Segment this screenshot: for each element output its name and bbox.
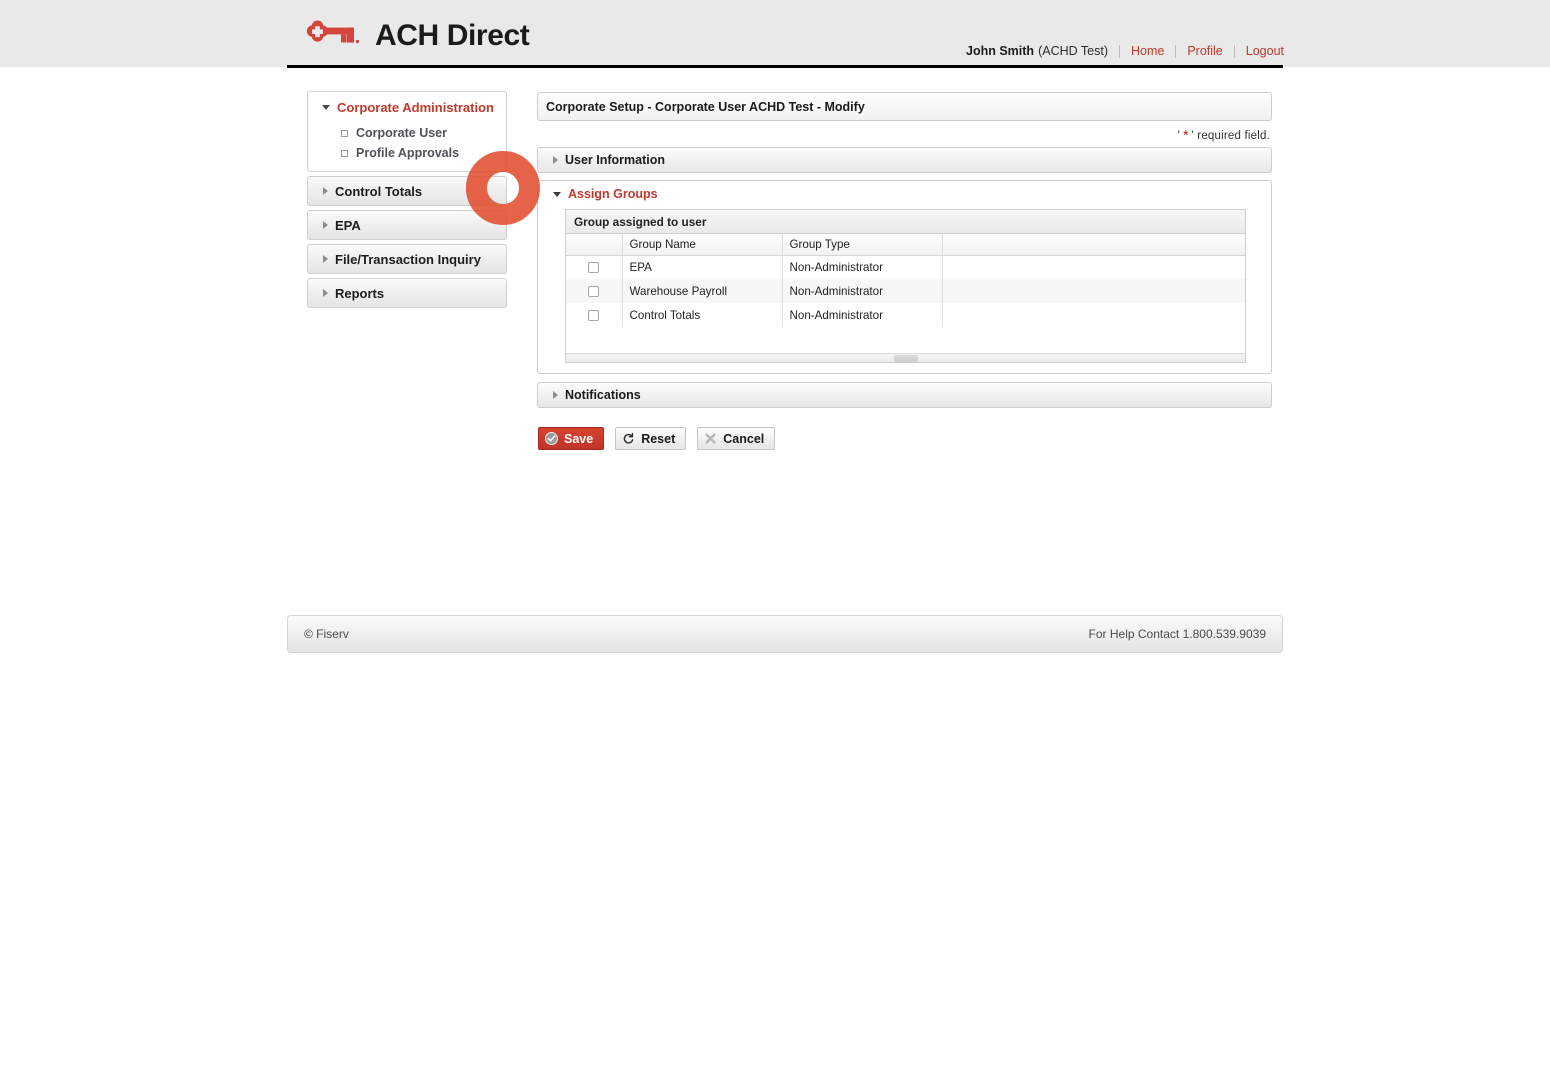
chevron-right-icon bbox=[323, 289, 328, 297]
header-divider bbox=[287, 65, 1283, 68]
sidebar-subitem-label: Corporate User bbox=[356, 126, 447, 140]
sidebar-item-label: File/Transaction Inquiry bbox=[335, 251, 481, 267]
footer-help-contact: For Help Contact 1.800.539.9039 bbox=[1088, 627, 1266, 641]
section-label: Assign Groups bbox=[568, 187, 658, 201]
grid-caption: Group assigned to user bbox=[566, 210, 1245, 234]
cancel-button[interactable]: Cancel bbox=[697, 427, 776, 450]
reset-button-label: Reset bbox=[641, 431, 676, 446]
brand-logo[interactable]: ACH Direct bbox=[299, 17, 530, 55]
sidebar-item-corporate-user[interactable]: Corporate User bbox=[308, 123, 506, 143]
sidebar-item-control-totals[interactable]: Control Totals bbox=[307, 176, 507, 206]
chevron-right-icon bbox=[553, 391, 558, 399]
section-user-information[interactable]: User Information bbox=[537, 147, 1272, 173]
section-label: User Information bbox=[565, 153, 666, 167]
column-header-select bbox=[566, 234, 623, 256]
chevron-right-icon bbox=[553, 156, 558, 164]
sidebar-item-file-transaction-inquiry[interactable]: File/Transaction Inquiry bbox=[307, 244, 507, 274]
required-note-suffix: ' required field. bbox=[1188, 130, 1270, 142]
small-square-icon bbox=[341, 129, 348, 137]
row-select-cell[interactable] bbox=[566, 279, 623, 303]
footer-copyright: © Fiserv bbox=[304, 627, 349, 641]
grid-caption-text: Group assigned to user bbox=[574, 214, 707, 229]
row-select-cell[interactable] bbox=[566, 303, 623, 327]
user-nav: John Smith (ACHD Test) Home Profile Logo… bbox=[966, 44, 1284, 58]
page-footer: © Fiserv For Help Contact 1.800.539.9039 bbox=[287, 615, 1283, 653]
cell-group-type: Non-Administrator bbox=[782, 279, 943, 303]
cell-spacer bbox=[942, 303, 1245, 327]
chevron-down-icon bbox=[322, 105, 330, 110]
reset-button[interactable]: Reset bbox=[615, 427, 687, 450]
row-checkbox[interactable] bbox=[588, 262, 600, 274]
key-icon bbox=[306, 20, 360, 44]
save-button-label: Save bbox=[564, 431, 594, 446]
column-header-spacer bbox=[942, 234, 1245, 256]
page-title: Corporate Setup - Corporate User ACHD Te… bbox=[537, 92, 1272, 121]
check-circle-icon bbox=[545, 432, 558, 445]
column-header-group-type: Group Type bbox=[782, 234, 943, 256]
sidebar-item-profile-approvals[interactable]: Profile Approvals bbox=[308, 143, 506, 163]
grid-empty-space bbox=[566, 327, 1245, 353]
section-notifications[interactable]: Notifications bbox=[537, 382, 1272, 408]
brand-name: ACH Direct bbox=[375, 19, 530, 52]
cancel-button-label: Cancel bbox=[723, 431, 765, 446]
chevron-down-icon bbox=[553, 191, 561, 197]
table-row[interactable]: EPA Non-Administrator bbox=[566, 255, 1245, 279]
cell-spacer bbox=[942, 279, 1245, 303]
cell-group-type: Non-Administrator bbox=[782, 303, 943, 327]
table-row[interactable]: Control Totals Non-Administrator bbox=[566, 303, 1245, 327]
section-assign-groups-header[interactable]: Assign Groups bbox=[538, 181, 1271, 206]
cell-group-name: Control Totals bbox=[622, 303, 783, 327]
page-title-text: Corporate Setup - Corporate User ACHD Te… bbox=[546, 99, 865, 114]
logout-link[interactable]: Logout bbox=[1246, 44, 1284, 58]
save-button[interactable]: Save bbox=[538, 427, 605, 450]
row-checkbox[interactable] bbox=[588, 285, 600, 297]
small-square-icon bbox=[341, 149, 348, 157]
sidebar-item-corporate-administration[interactable]: Corporate Administration bbox=[308, 99, 506, 117]
refresh-icon bbox=[622, 432, 635, 445]
column-header-group-name: Group Name bbox=[622, 234, 783, 256]
required-field-note: ' * ' required field. bbox=[537, 121, 1272, 142]
table-row[interactable]: Warehouse Payroll Non-Administrator bbox=[566, 279, 1245, 303]
nav-divider bbox=[1233, 44, 1235, 58]
sidebar-item-reports[interactable]: Reports bbox=[307, 278, 507, 308]
section-label: Notifications bbox=[565, 388, 641, 402]
chevron-right-icon bbox=[323, 255, 328, 263]
top-banner: ACH Direct John Smith (ACHD Test) Home P… bbox=[0, 0, 1550, 67]
form-actions: Save Reset Cancel bbox=[537, 427, 1272, 450]
cell-group-type: Non-Administrator bbox=[782, 255, 943, 279]
x-icon bbox=[704, 432, 717, 445]
section-assign-groups: Assign Groups Group assigned to user Gro… bbox=[537, 180, 1272, 374]
row-select-cell[interactable] bbox=[566, 255, 623, 279]
sidebar-group-corporate-administration: Corporate Administration Corporate User … bbox=[307, 91, 507, 172]
sidebar-item-epa[interactable]: EPA bbox=[307, 210, 507, 240]
sidebar-item-label: EPA bbox=[335, 217, 361, 233]
user-name: John Smith bbox=[966, 44, 1035, 58]
main-content: Corporate Setup - Corporate User ACHD Te… bbox=[537, 92, 1272, 450]
row-checkbox[interactable] bbox=[588, 309, 600, 321]
profile-link[interactable]: Profile bbox=[1187, 44, 1222, 58]
cell-group-name: EPA bbox=[622, 255, 783, 279]
cell-group-name: Warehouse Payroll bbox=[622, 279, 783, 303]
chevron-right-icon bbox=[323, 221, 328, 229]
sidebar-group-label: Corporate Administration bbox=[337, 100, 494, 115]
nav-divider bbox=[1175, 44, 1177, 58]
sidebar-item-label: Control Totals bbox=[335, 183, 423, 199]
user-org: (ACHD Test) bbox=[1038, 44, 1108, 58]
table-header-row: Group Name Group Type bbox=[566, 234, 1245, 256]
chevron-right-icon bbox=[323, 187, 328, 195]
nav-divider bbox=[1118, 44, 1120, 58]
scrollbar-thumb[interactable] bbox=[893, 355, 918, 362]
sidebar-subitem-label: Profile Approvals bbox=[356, 146, 460, 160]
page-root: ACH Direct John Smith (ACHD Test) Home P… bbox=[0, 0, 1550, 1087]
home-link[interactable]: Home bbox=[1131, 44, 1164, 58]
sidebar-item-label: Reports bbox=[335, 285, 385, 301]
sidebar-nav: Corporate Administration Corporate User … bbox=[307, 91, 507, 312]
groups-grid-panel: Group assigned to user Group Name Group … bbox=[565, 209, 1246, 363]
sidebar-sublist: Corporate User Profile Approvals bbox=[308, 123, 506, 163]
grid-horizontal-scrollbar[interactable] bbox=[566, 353, 1245, 362]
groups-table: Group Name Group Type EPA Non-Administra… bbox=[566, 234, 1245, 327]
cell-spacer bbox=[942, 255, 1245, 279]
